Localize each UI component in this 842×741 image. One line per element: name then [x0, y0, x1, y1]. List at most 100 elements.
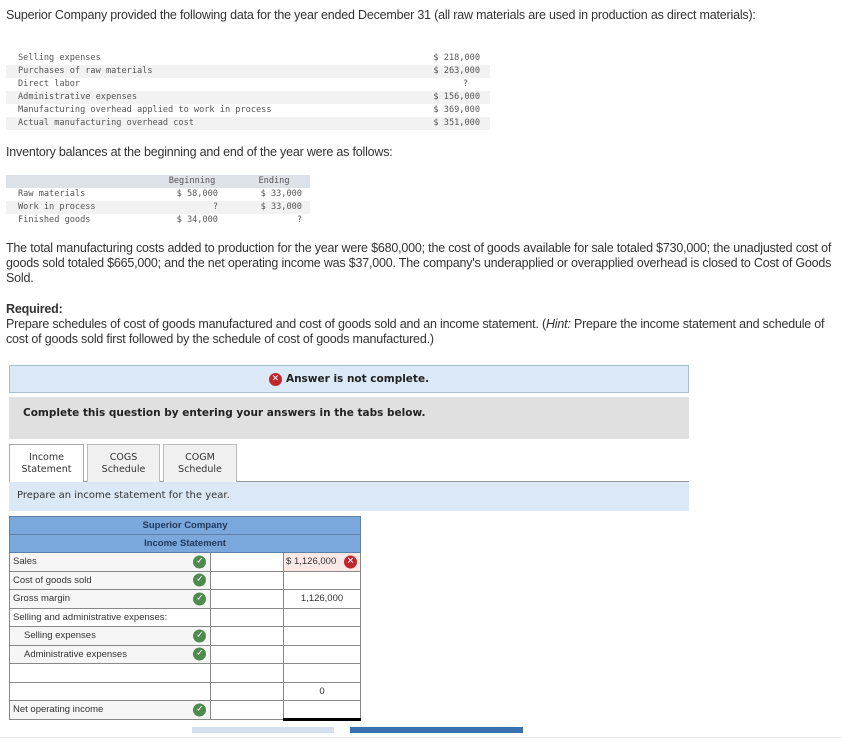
row-value: $ 156,000 — [390, 91, 490, 104]
row-value: $ 263,000 — [390, 65, 490, 78]
row-label: Actual manufacturing overhead cost — [6, 117, 391, 130]
amount-input-right[interactable] — [283, 644, 361, 664]
row-label: Selling expenses — [18, 53, 101, 63]
row-label-select[interactable]: Selling expenses ✓ — [8, 626, 212, 646]
tab-label: Statement — [21, 464, 72, 475]
check-icon: ✓ — [193, 703, 207, 717]
amount-input-right[interactable] — [283, 607, 361, 627]
required-section: Required: Prepare schedules of cost of g… — [6, 302, 836, 347]
next-tab-button[interactable] — [350, 727, 523, 733]
row-label-select[interactable]: Gross margin ✓ — [8, 589, 212, 609]
tab-income-statement[interactable]: Income Statement — [9, 444, 84, 483]
cost-data-table: Selling expenses $ 218,000 Purchases of r… — [6, 52, 490, 130]
row-value: ? — [462, 79, 468, 89]
tab-label: Schedule — [101, 463, 146, 475]
statement-row: Administrative expenses ✓ — [8, 644, 361, 664]
row-label-text: Gross margin — [13, 593, 71, 605]
hint-label: Hint: — [545, 317, 571, 331]
header-beginning: Beginning — [146, 175, 226, 188]
amount-input-right[interactable] — [283, 663, 361, 683]
inventory-intro: Inventory balances at the beginning and … — [6, 145, 393, 159]
amount-input-mid[interactable] — [210, 552, 285, 572]
amount-input-right[interactable] — [283, 570, 361, 590]
row-value: $ 351,000 — [390, 117, 490, 130]
table-row: Actual manufacturing overhead cost $ 351,… — [6, 117, 490, 130]
row-label: Raw materials — [18, 189, 86, 199]
row-label-select[interactable]: Net operating income ✓ — [8, 700, 212, 720]
tab-bar: Income Statement COGS Schedule COGM Schedul… — [9, 444, 689, 483]
table-row: Direct labor? — [6, 78, 490, 91]
amount-input-mid[interactable] — [210, 681, 285, 701]
amount-input-mid[interactable] — [210, 626, 285, 646]
beginning-value: ? — [146, 201, 226, 214]
table-row: Raw materials $ 58,000 $ 33,000 — [6, 188, 310, 201]
instructions-banner: Complete this question by entering your … — [9, 397, 689, 439]
income-statement-table: Superior Company Income Statement Sales ✓… — [8, 516, 361, 721]
row-label-text: Selling expenses — [24, 630, 96, 642]
row-label: Finished goods — [18, 215, 91, 225]
statement-row — [8, 663, 361, 683]
tab-cogm-schedule[interactable]: COGM Schedule — [163, 444, 237, 482]
row-label-text: Net operating income — [13, 704, 104, 716]
tab-label: Schedule — [178, 463, 222, 475]
amount-input-mid[interactable] — [210, 607, 285, 627]
amount-input-right[interactable] — [283, 626, 361, 646]
answer-status-banner: ✕ Answer is not complete. — [9, 365, 689, 393]
check-icon: ✓ — [193, 647, 207, 661]
problem-paragraph: The total manufacturing costs added to p… — [6, 241, 832, 285]
prev-tab-button[interactable] — [192, 727, 334, 733]
row-label-select[interactable]: Cost of goods sold ✓ — [8, 570, 212, 590]
amount-input-right[interactable] — [283, 700, 361, 721]
beginning-value: $ 34,000 — [176, 215, 218, 225]
row-label: Purchases of raw materials — [6, 65, 391, 78]
check-icon: ✓ — [193, 555, 207, 569]
tab-label: COGS — [109, 451, 138, 463]
amount-input-mid[interactable] — [210, 589, 285, 609]
row-label: Work in process — [6, 201, 146, 214]
row-label-select[interactable]: Sales ✓ — [8, 552, 212, 572]
row-value: $ 218,000 — [433, 53, 480, 63]
amount-input-right[interactable]: $ 1,126,000 ✕ — [283, 552, 361, 572]
table-row: Purchases of raw materials $ 263,000 — [6, 65, 490, 78]
problem-intro: Superior Company provided the following … — [6, 8, 756, 22]
row-label-select[interactable] — [8, 681, 212, 701]
row-label-text: Selling and administrative expenses: — [8, 607, 212, 627]
tab-cogs-schedule[interactable]: COGS Schedule — [87, 444, 160, 482]
required-text: Prepare schedules of cost of goods manuf… — [6, 317, 836, 347]
statement-row: Net operating income ✓ — [8, 700, 361, 721]
row-label-text: Cost of goods sold — [13, 574, 92, 586]
table-row: Work in process? $ 33,000 — [6, 201, 310, 214]
statement-title: Income Statement — [9, 534, 361, 553]
table-header-row: Beginning Ending — [6, 175, 310, 188]
check-icon: ✓ — [193, 592, 207, 606]
statement-row: Cost of goods sold ✓ — [8, 570, 361, 590]
company-name: Superior Company — [9, 516, 361, 535]
beginning-value: $ 58,000 — [176, 189, 218, 199]
check-icon: ✓ — [193, 629, 207, 643]
row-value: $ 369,000 — [433, 105, 480, 115]
amount-input-mid[interactable] — [210, 644, 285, 664]
x-circle-icon: ✕ — [344, 555, 357, 569]
row-label-select[interactable]: Administrative expenses ✓ — [8, 644, 212, 664]
statement-row: Gross margin ✓ 1,126,000 — [8, 589, 361, 609]
table-row: Finished goods $ 34,000? — [6, 214, 310, 227]
inventory-table: Beginning Ending Raw materials $ 58,000 $ … — [6, 175, 310, 227]
row-label-select[interactable] — [8, 663, 212, 683]
check-icon: ✓ — [193, 573, 207, 587]
tab-instruction: Prepare an income statement for the year… — [9, 482, 689, 511]
amount-input-right[interactable]: 0 — [283, 681, 361, 701]
table-row: Manufacturing overhead applied to work i… — [6, 104, 490, 117]
amount-input-mid[interactable] — [210, 663, 285, 683]
table-row: Selling expenses $ 218,000 — [6, 52, 490, 65]
table-row: Administrative expenses $ 156,000 — [6, 91, 490, 104]
amount-input-mid[interactable] — [210, 700, 285, 720]
divider — [0, 737, 842, 738]
row-label: Administrative expenses — [6, 91, 391, 104]
required-text-part: Prepare schedules of cost of goods manuf… — [6, 317, 546, 331]
statement-row: Sales ✓ $ 1,126,000 ✕ — [8, 552, 361, 572]
statement-row: Selling and administrative expenses: — [8, 607, 361, 627]
statement-row: Selling expenses ✓ — [8, 626, 361, 646]
amount-input-right[interactable]: 1,126,000 — [283, 589, 361, 609]
ending-value: $ 33,000 — [260, 189, 302, 199]
amount-input-mid[interactable] — [210, 570, 285, 590]
